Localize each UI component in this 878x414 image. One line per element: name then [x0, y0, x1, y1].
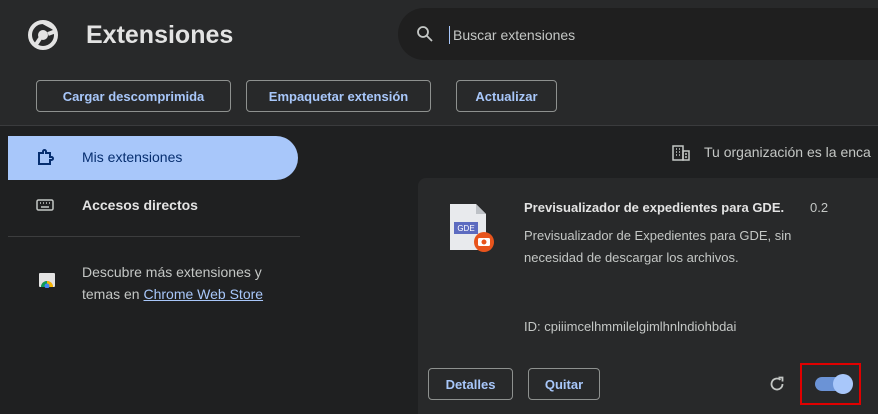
extension-icon: GDE	[450, 204, 494, 252]
search-icon	[417, 26, 433, 42]
puzzle-icon	[38, 149, 54, 165]
header: Extensiones	[0, 0, 878, 70]
sidebar-divider	[8, 236, 300, 237]
building-icon	[672, 145, 690, 161]
chrome-web-store-icon	[39, 273, 55, 288]
enable-toggle-knob[interactable]	[833, 374, 853, 394]
pack-extension-button[interactable]: Empaquetar extensión	[246, 80, 431, 112]
developer-toolbar: Cargar descomprimida Empaquetar extensió…	[0, 70, 878, 126]
managed-by-organization-notice: Tu organización es la enca	[704, 144, 871, 160]
page-title: Extensiones	[86, 21, 234, 49]
sidebar-item-label: Accesos directos	[82, 197, 198, 213]
details-button[interactable]: Detalles	[428, 368, 513, 400]
extension-id: ID: cpiiimcelhmmilelgimlhnlndiohbdai	[524, 319, 737, 334]
extension-version: 0.2	[810, 200, 829, 215]
search-caret	[449, 26, 450, 44]
sidebar-item-label: Mis extensiones	[82, 149, 183, 165]
extension-icon-label: GDE	[457, 224, 474, 233]
remove-button[interactable]: Quitar	[528, 368, 600, 400]
keyboard-icon	[36, 199, 54, 211]
search-input[interactable]	[451, 22, 855, 48]
extension-description: Previsualizador de Expedientes para GDE,…	[524, 228, 792, 265]
sidebar-item-shortcuts[interactable]: Accesos directos	[0, 183, 300, 227]
store-promo: Descubre más extensiones y temas en Chro…	[82, 261, 297, 305]
sidebar-item-my-extensions[interactable]: Mis extensiones	[8, 136, 298, 180]
chrome-logo-icon	[28, 20, 58, 50]
search-bar[interactable]	[398, 8, 878, 60]
extension-card: GDE Previsualizador de expedientes para …	[418, 178, 878, 414]
extension-name: Previsualizador de expedientes para GDE.	[524, 200, 785, 215]
load-unpacked-button[interactable]: Cargar descomprimida	[36, 80, 231, 112]
reload-icon[interactable]	[768, 375, 786, 393]
chrome-web-store-link[interactable]: Chrome Web Store	[143, 286, 263, 302]
update-button[interactable]: Actualizar	[456, 80, 557, 112]
